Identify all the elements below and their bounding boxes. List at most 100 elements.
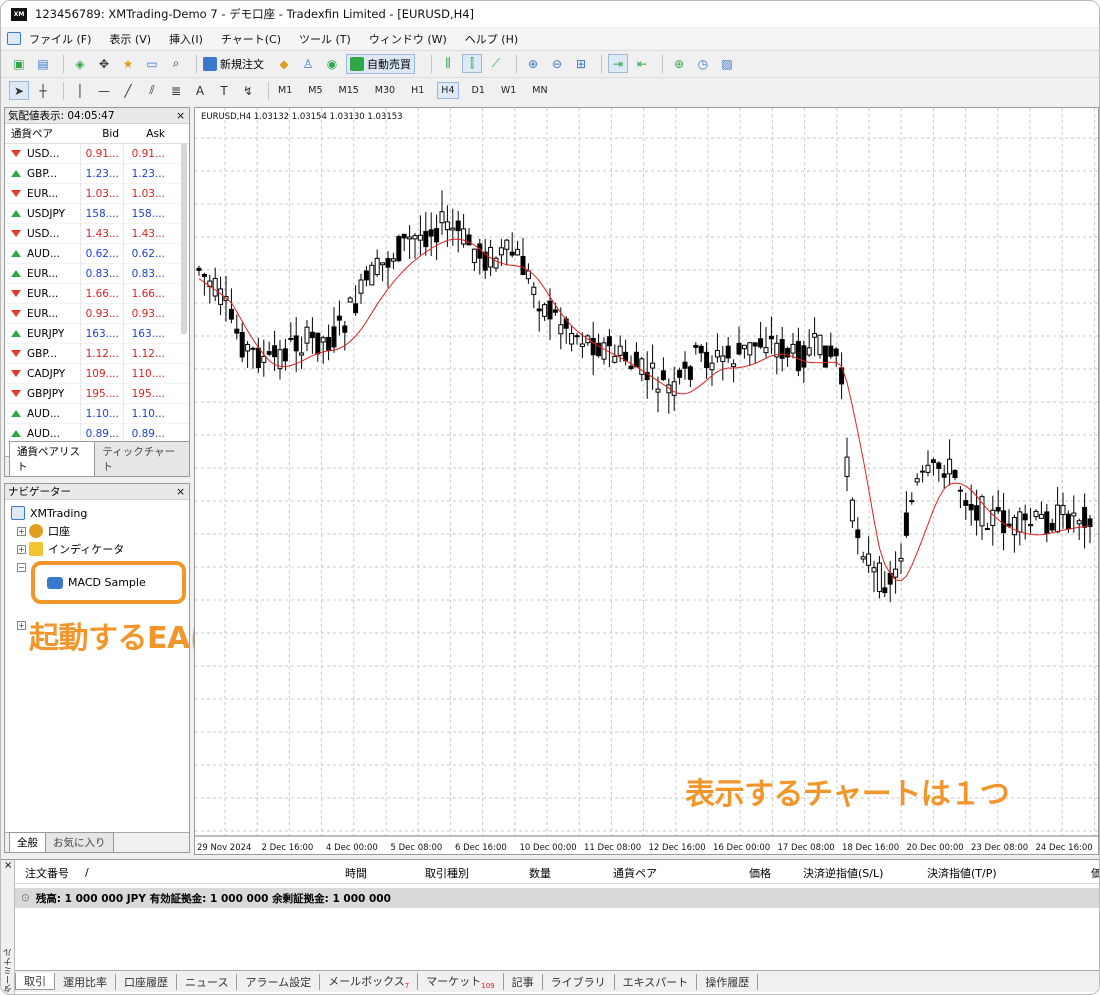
- tree-item-indicators[interactable]: + インディケータ: [11, 540, 183, 558]
- menu-insert[interactable]: 挿入(I): [169, 31, 203, 47]
- terminal-icon[interactable]: ▭: [142, 54, 162, 73]
- market-watch-row[interactable]: EUR... 1.03... 1.03...: [5, 183, 189, 204]
- col-tp[interactable]: 決済指値(T/P): [927, 865, 997, 881]
- metaeditor-icon[interactable]: ◆: [274, 54, 294, 73]
- market-watch-row[interactable]: EURJPY 163.... 163....: [5, 323, 189, 344]
- tab-exposure[interactable]: 運用比率: [55, 973, 116, 990]
- templates-icon[interactable]: ▨: [717, 54, 737, 73]
- fibonacci-icon[interactable]: ≣: [166, 81, 186, 100]
- arrows-icon[interactable]: ↯: [238, 81, 258, 100]
- data-window-icon[interactable]: ✥: [94, 54, 114, 73]
- tab-favorites[interactable]: お気に入り: [45, 832, 114, 852]
- tile-windows-icon[interactable]: ⊞: [571, 54, 591, 73]
- market-watch-row[interactable]: EUR... 0.93... 0.93...: [5, 303, 189, 324]
- chart-shift-icon[interactable]: ⇤: [632, 54, 652, 73]
- market-watch-close-button[interactable]: ×: [176, 110, 185, 122]
- navigator-icon[interactable]: ★: [118, 54, 138, 73]
- tab-news[interactable]: ニュース: [177, 973, 238, 990]
- channel-icon[interactable]: ⫽: [142, 81, 162, 100]
- col-sl[interactable]: 決済逆指値(S/L): [803, 865, 883, 881]
- timeframe-m1[interactable]: M1: [275, 83, 295, 98]
- tab-articles[interactable]: 記事: [504, 973, 543, 990]
- col-time[interactable]: 時間: [345, 865, 367, 881]
- expand-icon[interactable]: +: [17, 526, 26, 536]
- col-order[interactable]: 注文番号: [25, 865, 69, 881]
- market-watch-row[interactable]: AUD... 1.10... 1.10...: [5, 403, 189, 424]
- market-watch-row[interactable]: GBP... 1.23... 1.23...: [5, 163, 189, 184]
- new-chart-icon[interactable]: ▣: [9, 54, 29, 73]
- navigator-close-button[interactable]: ×: [176, 486, 185, 498]
- market-watch-row[interactable]: USDJPY 158.... 158....: [5, 203, 189, 224]
- menu-help[interactable]: ヘルプ (H): [465, 31, 518, 47]
- tab-history[interactable]: 口座履歴: [116, 973, 177, 990]
- timeframe-d1[interactable]: D1: [469, 83, 488, 98]
- candlestick-icon[interactable]: ⫿: [462, 54, 482, 73]
- line-chart-icon[interactable]: ⟋: [486, 54, 506, 73]
- market-watch-scrollbar[interactable]: [181, 144, 187, 334]
- market-watch-row[interactable]: USD... 1.43... 1.43...: [5, 223, 189, 244]
- tab-library[interactable]: ライブラリ: [543, 973, 615, 990]
- horizontal-line-icon[interactable]: —: [94, 81, 114, 100]
- menu-chart[interactable]: チャート(C): [221, 31, 281, 47]
- market-watch-row[interactable]: CADJPY 109.... 110....: [5, 363, 189, 384]
- bar-chart-icon[interactable]: ⫼: [438, 54, 458, 73]
- tab-symbols[interactable]: 通貨ペアリスト: [9, 441, 96, 476]
- market-watch-row[interactable]: AUD... 0.62... 0.62...: [5, 243, 189, 264]
- timeframe-h1[interactable]: H1: [408, 83, 427, 98]
- signals-icon[interactable]: ♙: [298, 54, 318, 73]
- tab-trade[interactable]: 取引: [15, 973, 55, 990]
- timeframe-m30[interactable]: M30: [372, 83, 398, 98]
- market-watch-row[interactable]: EUR... 1.66... 1.66...: [5, 283, 189, 304]
- cursor-icon[interactable]: ➤: [9, 81, 29, 100]
- tab-experts[interactable]: エキスパート: [615, 973, 698, 990]
- collapse-icon[interactable]: −: [17, 562, 26, 572]
- market-watch-row[interactable]: GBPJPY 195.... 195....: [5, 383, 189, 404]
- col-price-current[interactable]: 価: [1091, 865, 1099, 881]
- market-watch-row[interactable]: EUR... 0.83... 0.83...: [5, 263, 189, 284]
- column-ask[interactable]: Ask: [123, 128, 169, 140]
- chart-window[interactable]: 29 Nov 2024 2 Dec 16:00 4 Dec 00:00 5 Dec 0…: [194, 107, 1099, 855]
- auto-trading-button[interactable]: 自動売買: [346, 53, 415, 74]
- zoom-out-icon[interactable]: ⊖: [547, 54, 567, 73]
- col-price[interactable]: 価格: [749, 865, 771, 881]
- zoom-in-icon[interactable]: ⊕: [523, 54, 543, 73]
- terminal-close-button[interactable]: ×: [1, 860, 14, 871]
- ea-macd-sample[interactable]: MACD Sample: [31, 561, 186, 604]
- timeframe-m5[interactable]: M5: [305, 83, 325, 98]
- profiles-icon[interactable]: ▤: [33, 54, 53, 73]
- menu-view[interactable]: 表示 (V): [109, 31, 151, 47]
- expand-icon[interactable]: +: [17, 544, 26, 554]
- menu-file[interactable]: ファイル (F): [29, 31, 91, 47]
- column-bid[interactable]: Bid: [80, 128, 123, 140]
- col-symbol[interactable]: 通貨ペア: [613, 865, 657, 881]
- market-watch-row[interactable]: USD... 0.91... 0.91...: [5, 143, 189, 164]
- tab-journal[interactable]: 操作履歴: [697, 973, 759, 990]
- indicators-icon[interactable]: ⊕: [669, 54, 689, 73]
- timeframe-h4[interactable]: H4: [437, 82, 459, 99]
- crosshair-icon[interactable]: ┼: [33, 81, 53, 100]
- timeframe-mn[interactable]: MN: [529, 83, 550, 98]
- tree-root[interactable]: XMTrading: [11, 504, 183, 522]
- tab-general[interactable]: 全般: [9, 832, 46, 852]
- menu-tools[interactable]: ツール (T): [299, 31, 351, 47]
- market-icon[interactable]: ◉: [322, 54, 342, 73]
- window-menu-icon[interactable]: [7, 32, 21, 45]
- strategy-tester-icon[interactable]: ⌕: [166, 54, 186, 73]
- menu-window[interactable]: ウィンドウ (W): [369, 31, 447, 47]
- periods-icon[interactable]: ◷: [693, 54, 713, 73]
- new-order-button[interactable]: 新規注文: [203, 56, 264, 72]
- col-type[interactable]: 取引種別: [425, 865, 469, 881]
- auto-scroll-icon[interactable]: ⇥: [608, 54, 628, 73]
- market-watch-row[interactable]: GBP... 1.12... 1.12...: [5, 343, 189, 364]
- tab-tick-chart[interactable]: ティックチャート: [94, 441, 190, 476]
- trendline-icon[interactable]: ╱: [118, 81, 138, 100]
- timeframe-w1[interactable]: W1: [498, 83, 519, 98]
- vertical-line-icon[interactable]: │: [70, 81, 90, 100]
- tree-item-accounts[interactable]: + 口座: [11, 522, 183, 540]
- text-tool-icon[interactable]: A: [190, 81, 210, 100]
- tab-alerts[interactable]: アラーム設定: [237, 973, 321, 990]
- tab-market[interactable]: マーケット109: [418, 972, 504, 991]
- column-symbol[interactable]: 通貨ペア: [5, 126, 80, 141]
- expand-icon[interactable]: +: [17, 620, 26, 630]
- col-sort[interactable]: /: [85, 866, 89, 879]
